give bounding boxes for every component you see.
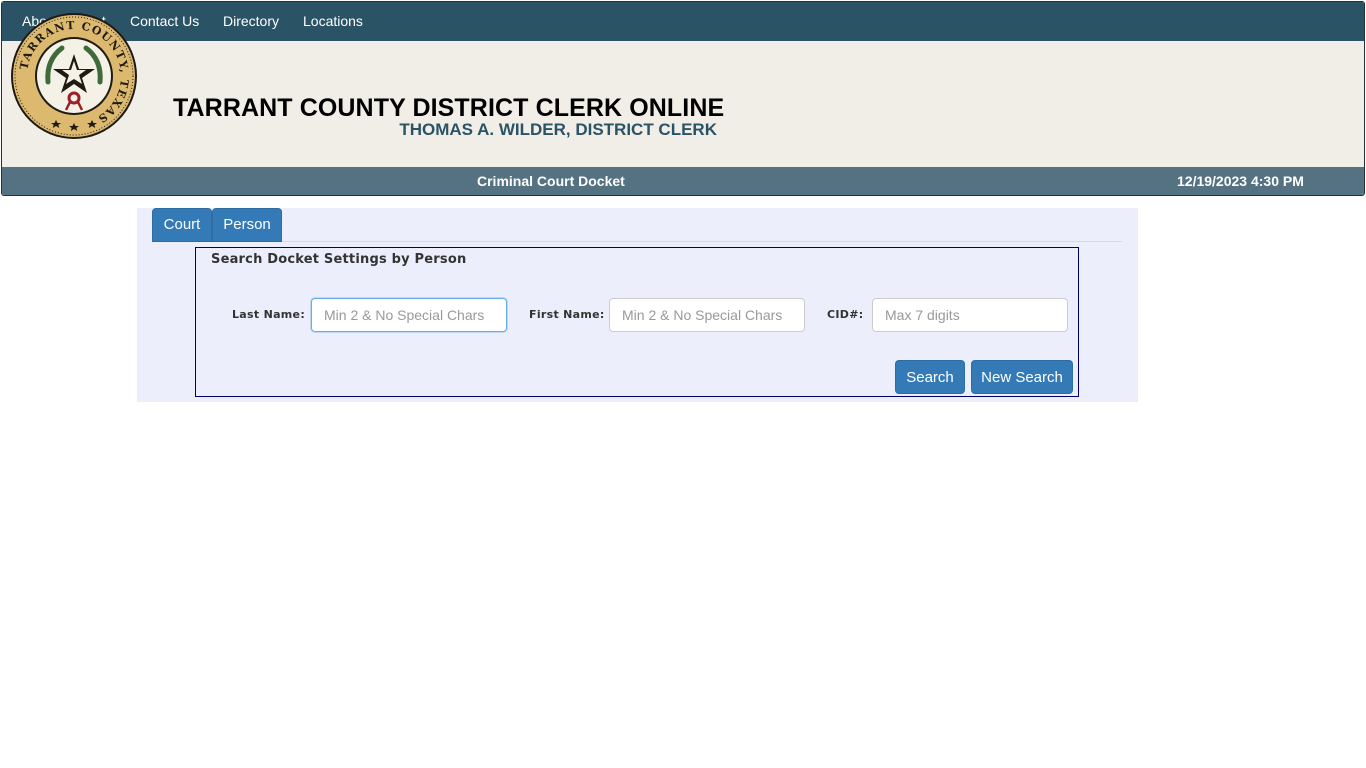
cid-input[interactable]: [872, 298, 1068, 332]
first-name-input[interactable]: [609, 298, 805, 332]
site-header: About Tarrant Contact Us Directory Locat…: [1, 1, 1365, 196]
last-name-label: Last Name:: [232, 308, 306, 321]
fieldset-legend: Search Docket Settings by Person: [211, 252, 467, 267]
nav-contact-us[interactable]: Contact Us: [130, 2, 199, 41]
tab-person[interactable]: Person: [212, 208, 282, 242]
search-button[interactable]: Search: [895, 360, 965, 394]
status-bar: Criminal Court Docket 12/19/2023 4:30 PM: [2, 167, 1364, 195]
current-datetime: 12/19/2023 4:30 PM: [1177, 173, 1304, 189]
page-name: Criminal Court Docket: [477, 173, 625, 189]
tab-court[interactable]: Court: [152, 208, 212, 242]
search-panel: Court Person Search Docket Settings by P…: [137, 208, 1138, 402]
page-subtitle: THOMAS A. WILDER, DISTRICT CLERK: [399, 120, 717, 139]
person-search-fieldset: Search Docket Settings by Person Last Na…: [195, 247, 1079, 397]
county-seal-logo: TARRANT COUNTY, TEXAS: [11, 13, 137, 139]
first-name-label: First Name:: [529, 308, 605, 321]
cid-label: CID#:: [827, 308, 864, 321]
last-name-input[interactable]: [311, 298, 507, 332]
top-navigation: About Tarrant Contact Us Directory Locat…: [2, 2, 1364, 41]
header-banner: TARRANT COUNTY DISTRICT CLERK ONLINE THO…: [2, 41, 1364, 167]
tab-divider: [152, 241, 1122, 242]
page-title: TARRANT COUNTY DISTRICT CLERK ONLINE: [173, 94, 725, 122]
new-search-button[interactable]: New Search: [971, 360, 1073, 394]
nav-locations[interactable]: Locations: [303, 2, 363, 41]
nav-directory[interactable]: Directory: [223, 2, 279, 41]
